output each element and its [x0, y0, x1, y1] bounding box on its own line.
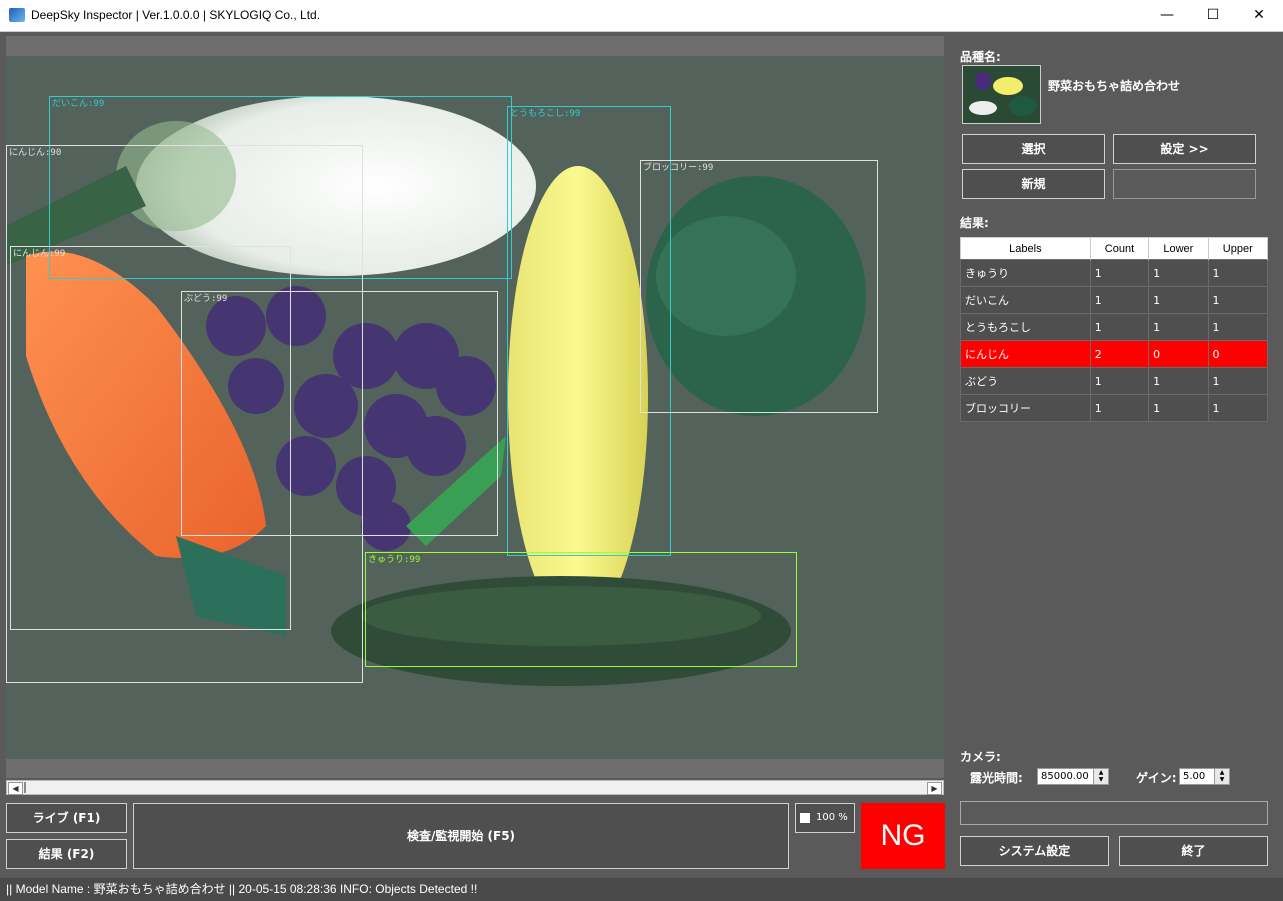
title-bar: DeepSky Inspector | Ver.1.0.0.0 | SKYLOG…: [0, 0, 1283, 32]
cell-label: とうもろこし: [960, 313, 1091, 341]
exposure-spinbox[interactable]: 85000.00 ▲ ▼: [1037, 768, 1109, 785]
judgement-indicator: NG: [861, 803, 945, 869]
cell-lower: 1: [1148, 367, 1209, 395]
cell-count: 2: [1089, 340, 1150, 368]
table-row[interactable]: とうもろこし 1 1 1: [960, 313, 1269, 341]
cell-label: ブロッコリー: [960, 394, 1091, 422]
start-inspection-button[interactable]: 検査/監視開始 (F5): [133, 803, 789, 869]
horizontal-scrollbar[interactable]: ◀ ▶: [6, 780, 944, 795]
detection-box-cucumber: きゅうり:99: [365, 552, 797, 667]
cell-upper: 1: [1207, 394, 1269, 422]
zoom-checkbox[interactable]: [800, 813, 810, 823]
status-text: || Model Name : 野菜おもちゃ詰め合わせ || 20-05-15 …: [6, 882, 478, 896]
cell-lower: 1: [1148, 259, 1209, 287]
close-button[interactable]: ✕: [1236, 0, 1282, 31]
table-row-ng[interactable]: にんじん 2 0 0: [960, 340, 1269, 368]
exposure-label: 露光時間:: [970, 771, 1023, 785]
cell-count: 1: [1089, 259, 1150, 287]
camera-label: カメラ:: [960, 750, 1001, 764]
settings-button[interactable]: 設定 >>: [1113, 134, 1256, 164]
cell-upper: 1: [1207, 367, 1269, 395]
detection-label: きゅうり:99: [368, 555, 421, 565]
window-title: DeepSky Inspector | Ver.1.0.0.0 | SKYLOG…: [31, 8, 321, 22]
detection-label: にんじん:90: [9, 148, 62, 158]
detection-label: にんじん:99: [13, 249, 66, 259]
results-table: Labels Count Lower Upper きゅうり 1 1 1 だいこん…: [960, 237, 1269, 422]
detection-label: とうもろこし:99: [510, 109, 581, 119]
system-settings-button[interactable]: システム設定: [960, 836, 1109, 866]
maximize-button[interactable]: ☐: [1190, 0, 1236, 31]
cell-upper: 0: [1207, 340, 1269, 368]
table-row[interactable]: ブロッコリー 1 1 1: [960, 394, 1269, 422]
cell-lower: 0: [1148, 340, 1209, 368]
product-thumbnail: [962, 65, 1041, 124]
cell-lower: 1: [1148, 394, 1209, 422]
spin-updown-icon[interactable]: ▲ ▼: [1214, 769, 1229, 784]
detection-label: だいこん:99: [52, 99, 105, 109]
gain-value: 5.00: [1183, 771, 1206, 782]
exit-button[interactable]: 終了: [1119, 836, 1268, 866]
spin-updown-icon[interactable]: ▲ ▼: [1093, 769, 1108, 784]
results-label: 結果:: [960, 216, 989, 230]
cell-label: だいこん: [960, 286, 1091, 314]
blank-button[interactable]: [1113, 169, 1256, 199]
column-header-count[interactable]: Count: [1090, 237, 1150, 260]
scroll-left-icon[interactable]: ◀: [8, 782, 23, 795]
progress-bar: [960, 801, 1268, 825]
minimize-button[interactable]: —: [1144, 0, 1190, 31]
detection-label: ブロッコリー:99: [643, 163, 714, 173]
status-bar: || Model Name : 野菜おもちゃ詰め合わせ || 20-05-15 …: [0, 878, 1283, 901]
new-button[interactable]: 新規: [962, 169, 1105, 199]
select-button[interactable]: 選択: [962, 134, 1105, 164]
column-header-lower[interactable]: Lower: [1148, 237, 1209, 260]
cell-label: ぶどう: [960, 367, 1091, 395]
results-button[interactable]: 結果 (F2): [6, 839, 127, 869]
gain-label: ゲイン:: [1136, 771, 1177, 785]
table-row[interactable]: きゅうり 1 1 1: [960, 259, 1269, 287]
cell-lower: 1: [1148, 313, 1209, 341]
scroll-thumb[interactable]: [24, 782, 26, 793]
cell-count: 1: [1089, 394, 1150, 422]
exposure-value: 85000.00: [1041, 771, 1089, 782]
cell-count: 1: [1089, 313, 1150, 341]
table-row[interactable]: ぶどう 1 1 1: [960, 367, 1269, 395]
cell-upper: 1: [1207, 259, 1269, 287]
cell-label: きゅうり: [960, 259, 1091, 287]
product-label: 品種名:: [960, 50, 1001, 64]
app-logo-icon: [9, 8, 25, 22]
inspection-image: だいこん:99 にんじん:90 にんじん:99 とうもろこし:99 ブロッコリー…: [6, 56, 944, 759]
live-button[interactable]: ライブ (F1): [6, 803, 127, 833]
cell-count: 1: [1089, 367, 1150, 395]
gain-spinbox[interactable]: 5.00 ▲ ▼: [1179, 768, 1230, 785]
cell-label: にんじん: [960, 340, 1091, 368]
cell-lower: 1: [1148, 286, 1209, 314]
detection-box-grapes: ぶどう:99: [181, 291, 498, 536]
zoom-toggle[interactable]: 100 %: [795, 803, 855, 833]
detection-box-broccoli: ブロッコリー:99: [640, 160, 878, 413]
column-header-labels[interactable]: Labels: [960, 237, 1091, 260]
cell-upper: 1: [1207, 313, 1269, 341]
scroll-right-icon[interactable]: ▶: [927, 782, 942, 795]
column-header-upper[interactable]: Upper: [1208, 237, 1269, 260]
table-row[interactable]: だいこん 1 1 1: [960, 286, 1269, 314]
zoom-label: 100 %: [816, 812, 848, 823]
detection-label: ぶどう:99: [184, 294, 228, 304]
cell-count: 1: [1089, 286, 1150, 314]
cell-upper: 1: [1207, 286, 1269, 314]
product-name: 野菜おもちゃ詰め合わせ: [1048, 79, 1181, 93]
